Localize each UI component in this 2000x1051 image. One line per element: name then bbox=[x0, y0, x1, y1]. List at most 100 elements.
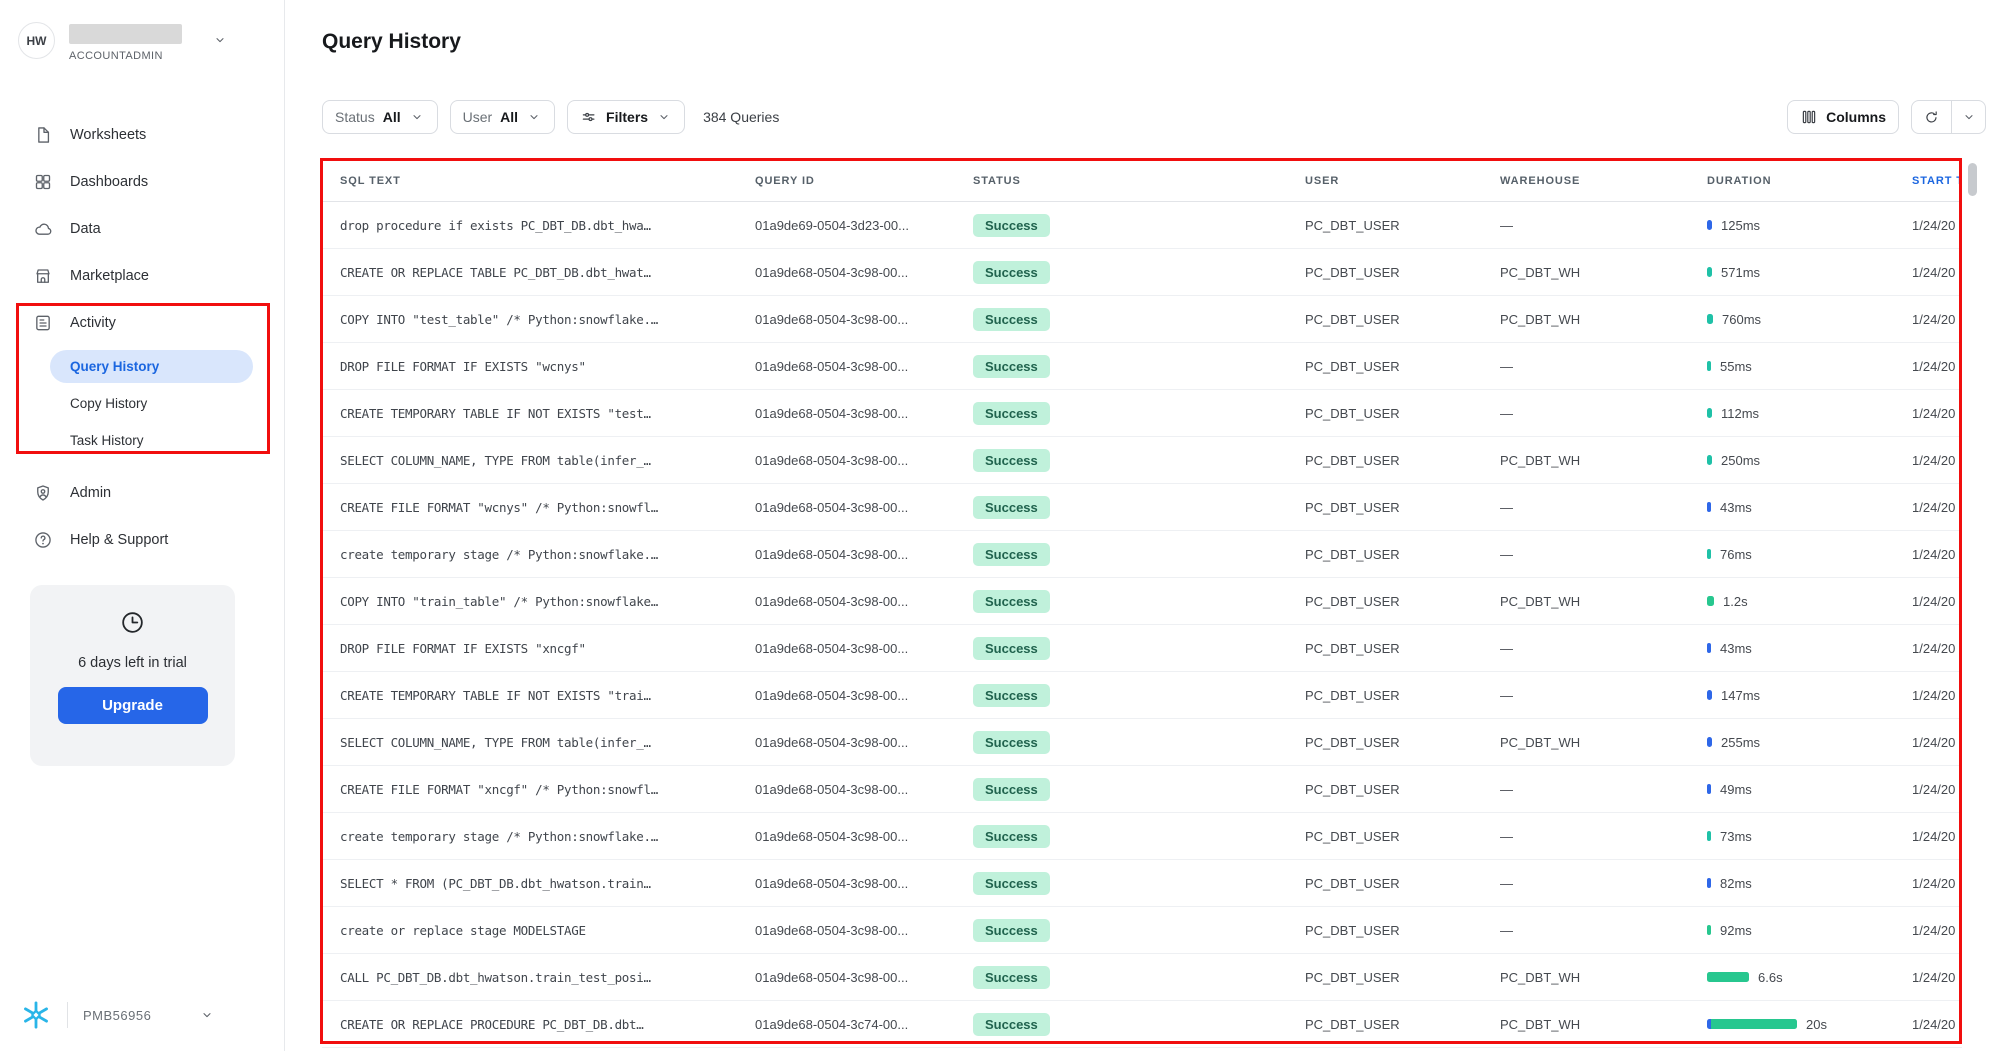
status-badge: Success bbox=[973, 261, 1050, 284]
duration-bar bbox=[1707, 361, 1711, 371]
cell-duration: 112ms bbox=[1700, 406, 1905, 421]
cell-start-time: 1/24/20 bbox=[1905, 359, 1962, 374]
table-row[interactable]: DROP FILE FORMAT IF EXISTS "wcnys" 01a9d… bbox=[322, 343, 1962, 390]
cell-sql-text: COPY INTO "train_table" /* Python:snowfl… bbox=[322, 594, 740, 609]
cell-sql-text: create or replace stage MODELSTAGE bbox=[322, 923, 740, 938]
cell-user: PC_DBT_USER bbox=[1295, 453, 1490, 468]
cell-sql-text: create temporary stage /* Python:snowfla… bbox=[322, 547, 740, 562]
column-header-warehouse[interactable]: WAREHOUSE bbox=[1490, 175, 1700, 187]
sidebar-item-dashboards[interactable]: Dashboards bbox=[0, 158, 284, 205]
table-row[interactable]: DROP FILE FORMAT IF EXISTS "xncgf" 01a9d… bbox=[322, 625, 1962, 672]
sidebar-nav: Worksheets Dashboards Data Marketplace A… bbox=[0, 111, 284, 563]
refresh-icon bbox=[1923, 109, 1940, 126]
cell-query-id: 01a9de68-0504-3c98-00... bbox=[740, 594, 955, 609]
status-filter[interactable]: Status All bbox=[322, 100, 438, 134]
cell-warehouse: — bbox=[1490, 641, 1700, 656]
table-row[interactable]: SELECT * FROM (PC_DBT_DB.dbt_hwatson.tra… bbox=[322, 860, 1962, 907]
column-header-user[interactable]: USER bbox=[1295, 175, 1490, 187]
table-row[interactable]: create temporary stage /* Python:snowfla… bbox=[322, 531, 1962, 578]
cell-status: Success bbox=[955, 496, 1295, 519]
table-row[interactable]: create temporary stage /* Python:snowfla… bbox=[322, 813, 1962, 860]
cell-duration: 20s bbox=[1700, 1017, 1905, 1032]
cell-duration: 49ms bbox=[1700, 782, 1905, 797]
table-row[interactable]: CREATE OR REPLACE PROCEDURE PC_DBT_DB.db… bbox=[322, 1001, 1962, 1048]
account-switcher[interactable]: HW ACCOUNTADMIN bbox=[18, 22, 268, 62]
sidebar-item-data[interactable]: Data bbox=[0, 205, 284, 252]
table-row[interactable]: COPY INTO "test_table" /* Python:snowfla… bbox=[322, 296, 1962, 343]
cell-sql-text: CREATE OR REPLACE PROCEDURE PC_DBT_DB.db… bbox=[322, 1017, 740, 1032]
status-badge: Success bbox=[973, 778, 1050, 801]
chevron-down-icon bbox=[409, 109, 425, 125]
status-badge: Success bbox=[973, 449, 1050, 472]
table-row[interactable]: CREATE TEMPORARY TABLE IF NOT EXISTS "tr… bbox=[322, 672, 1962, 719]
cell-duration: 43ms bbox=[1700, 641, 1905, 656]
worksheets-icon bbox=[33, 125, 53, 145]
column-header-status[interactable]: STATUS bbox=[955, 175, 1295, 187]
avatar-initials: HW bbox=[27, 34, 47, 48]
sidebar-item-query-history[interactable]: Query History bbox=[50, 350, 253, 383]
cell-status: Success bbox=[955, 684, 1295, 707]
sidebar-item-admin[interactable]: Admin bbox=[0, 469, 284, 516]
cell-sql-text: DROP FILE FORMAT IF EXISTS "xncgf" bbox=[322, 641, 740, 656]
cell-query-id: 01a9de68-0504-3c98-00... bbox=[740, 500, 955, 515]
chevron-down-icon[interactable] bbox=[212, 32, 228, 48]
table-row[interactable]: CREATE OR REPLACE TABLE PC_DBT_DB.dbt_hw… bbox=[322, 249, 1962, 296]
cell-duration: 43ms bbox=[1700, 500, 1905, 515]
table-row[interactable]: CREATE FILE FORMAT "xncgf" /* Python:sno… bbox=[322, 766, 1962, 813]
sidebar-item-worksheets[interactable]: Worksheets bbox=[0, 111, 284, 158]
status-filter-label: Status bbox=[335, 109, 375, 125]
sidebar-item-copy-history[interactable]: Copy History bbox=[50, 387, 253, 420]
column-header-query-id[interactable]: QUERY ID bbox=[740, 175, 955, 187]
table-row[interactable]: CREATE TEMPORARY TABLE IF NOT EXISTS "te… bbox=[322, 390, 1962, 437]
upgrade-button[interactable]: Upgrade bbox=[58, 687, 208, 724]
cell-start-time: 1/24/20 bbox=[1905, 782, 1962, 797]
cell-start-time: 1/24/20 bbox=[1905, 641, 1962, 656]
columns-button[interactable]: Columns bbox=[1787, 100, 1899, 134]
cell-warehouse: — bbox=[1490, 876, 1700, 891]
filters-button[interactable]: Filters bbox=[567, 100, 685, 134]
table-row[interactable]: COPY INTO "train_table" /* Python:snowfl… bbox=[322, 578, 1962, 625]
refresh-options-button[interactable] bbox=[1952, 101, 1985, 133]
sidebar-item-label: Dashboards bbox=[70, 174, 148, 190]
sidebar-item-activity[interactable]: Activity bbox=[0, 299, 284, 346]
cell-duration: 6.6s bbox=[1700, 970, 1905, 985]
sidebar-item-task-history[interactable]: Task History bbox=[50, 424, 253, 457]
cell-query-id: 01a9de68-0504-3c98-00... bbox=[740, 876, 955, 891]
account-code[interactable]: PMB56956 bbox=[83, 1008, 151, 1023]
duration-bar bbox=[1707, 1019, 1797, 1029]
cell-warehouse: PC_DBT_WH bbox=[1490, 970, 1700, 985]
admin-icon bbox=[33, 483, 53, 503]
cell-sql-text: drop procedure if exists PC_DBT_DB.dbt_h… bbox=[322, 218, 740, 233]
cell-user: PC_DBT_USER bbox=[1295, 218, 1490, 233]
table-row[interactable]: CALL PC_DBT_DB.dbt_hwatson.train_test_po… bbox=[322, 954, 1962, 1001]
duration-bar bbox=[1707, 502, 1711, 512]
table-row[interactable]: drop procedure if exists PC_DBT_DB.dbt_h… bbox=[322, 202, 1962, 249]
table-row[interactable]: create or replace stage MODELSTAGE 01a9d… bbox=[322, 907, 1962, 954]
cell-user: PC_DBT_USER bbox=[1295, 359, 1490, 374]
table-row[interactable]: SELECT COLUMN_NAME, TYPE FROM table(infe… bbox=[322, 719, 1962, 766]
cell-user: PC_DBT_USER bbox=[1295, 594, 1490, 609]
table-row[interactable]: SELECT COLUMN_NAME, TYPE FROM table(infe… bbox=[322, 437, 1962, 484]
sidebar-item-label: Data bbox=[70, 221, 101, 237]
user-filter[interactable]: User All bbox=[450, 100, 555, 134]
column-header-duration[interactable]: DURATION bbox=[1700, 175, 1905, 187]
sidebar-item-marketplace[interactable]: Marketplace bbox=[0, 252, 284, 299]
duration-bar bbox=[1707, 925, 1711, 935]
filter-toolbar: Status All User All Filters 384 Queries bbox=[322, 100, 779, 134]
chevron-down-icon bbox=[1961, 109, 1977, 125]
table-row[interactable]: CREATE FILE FORMAT "wcnys" /* Python:sno… bbox=[322, 484, 1962, 531]
status-badge: Success bbox=[973, 684, 1050, 707]
column-header-sql-text[interactable]: SQL TEXT bbox=[322, 175, 740, 187]
cell-query-id: 01a9de68-0504-3c98-00... bbox=[740, 970, 955, 985]
cell-sql-text: SELECT COLUMN_NAME, TYPE FROM table(infe… bbox=[322, 735, 740, 750]
cell-status: Success bbox=[955, 637, 1295, 660]
refresh-button[interactable] bbox=[1912, 101, 1952, 133]
cell-duration: 760ms bbox=[1700, 312, 1905, 327]
chevron-down-icon[interactable] bbox=[199, 1007, 215, 1023]
status-badge: Success bbox=[973, 1013, 1050, 1036]
cell-status: Success bbox=[955, 825, 1295, 848]
cell-query-id: 01a9de68-0504-3c98-00... bbox=[740, 359, 955, 374]
table-scrollbar[interactable] bbox=[1968, 163, 1977, 196]
column-header-start-time[interactable]: START TIME bbox=[1905, 175, 1962, 187]
sidebar-item-help-support[interactable]: Help & Support bbox=[0, 516, 284, 563]
